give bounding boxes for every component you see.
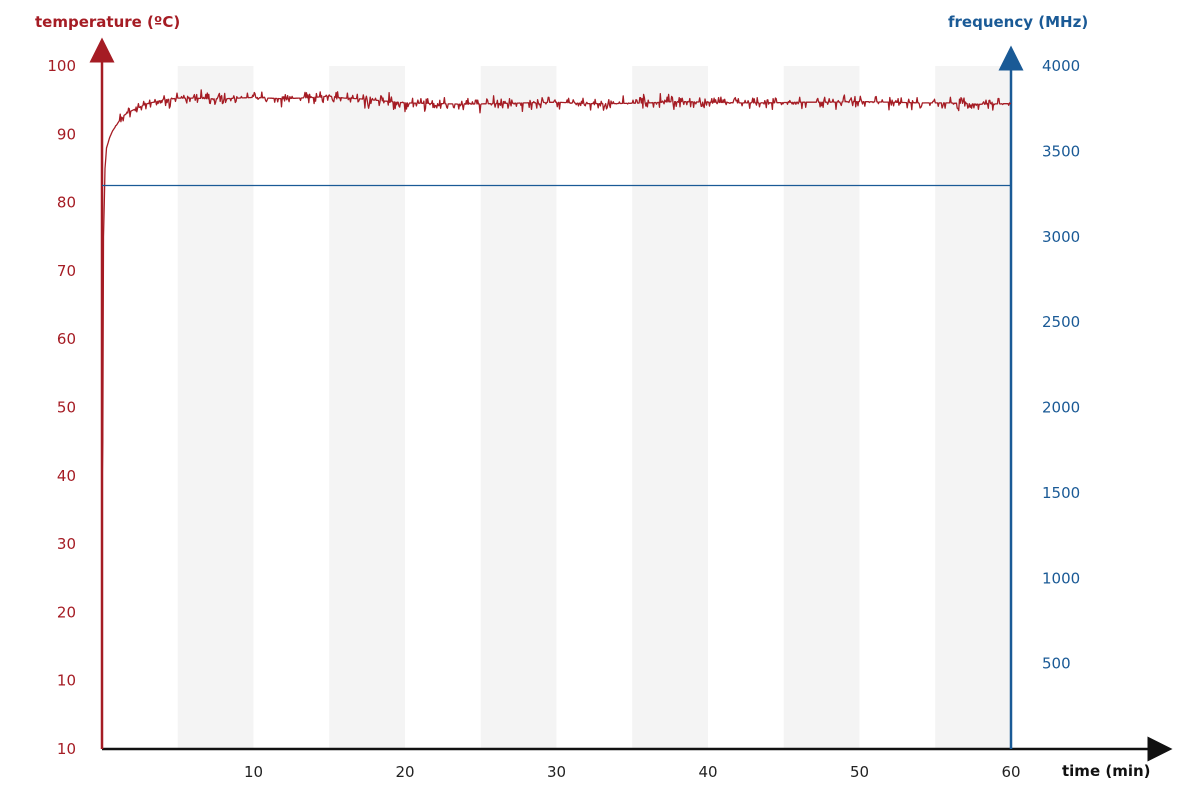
left-tick-label: 50: [57, 399, 76, 417]
right-axis-ticks: 500 1000 1500 2000 2500 3000 3500 4000: [1042, 57, 1080, 673]
x-tick-label: 60: [1001, 763, 1020, 781]
right-tick-label: 3500: [1042, 142, 1080, 160]
left-tick-label: 80: [57, 194, 76, 212]
x-tick-label: 30: [547, 763, 566, 781]
x-tick-label: 50: [850, 763, 869, 781]
background-band: [329, 66, 405, 749]
x-axis-title: time (min): [1062, 762, 1151, 780]
background-band: [935, 66, 1011, 749]
x-tick-label: 20: [395, 763, 414, 781]
right-tick-label: 2000: [1042, 399, 1080, 417]
left-tick-label: 70: [57, 262, 76, 280]
left-tick-label: 40: [57, 467, 76, 485]
background-band: [783, 66, 860, 749]
right-tick-label: 2500: [1042, 313, 1080, 331]
right-tick-label: 500: [1042, 655, 1071, 673]
background-band: [480, 66, 557, 749]
right-axis-title: frequency (MHz): [948, 13, 1088, 31]
left-tick-label: 90: [57, 125, 76, 143]
right-tick-label: 1000: [1042, 569, 1080, 587]
left-axis-ticks: 10 10 20 30 40 50 60 70 80 90 100: [47, 57, 76, 758]
left-tick-label: 30: [57, 535, 76, 553]
x-tick-label: 40: [698, 763, 717, 781]
left-axis-title: temperature (ºC): [35, 13, 180, 31]
left-tick-label: 20: [57, 603, 76, 621]
left-tick-label: 100: [47, 57, 76, 75]
left-tick-label: 10: [57, 740, 76, 758]
left-tick-label: 60: [57, 330, 76, 348]
background-band: [632, 66, 708, 749]
right-tick-label: 4000: [1042, 57, 1080, 75]
right-tick-label: 1500: [1042, 484, 1080, 502]
left-tick-label: 10: [57, 672, 76, 690]
x-axis-ticks: 10 20 30 40 50 60: [244, 763, 1021, 781]
background-bands: [177, 66, 1011, 749]
chart: 10 10 20 30 40 50 60 70 80 90 100 500 1000 1500 2000 2…: [35, 13, 1173, 781]
right-tick-label: 3000: [1042, 228, 1080, 246]
background-band: [177, 66, 254, 749]
x-tick-label: 10: [244, 763, 263, 781]
